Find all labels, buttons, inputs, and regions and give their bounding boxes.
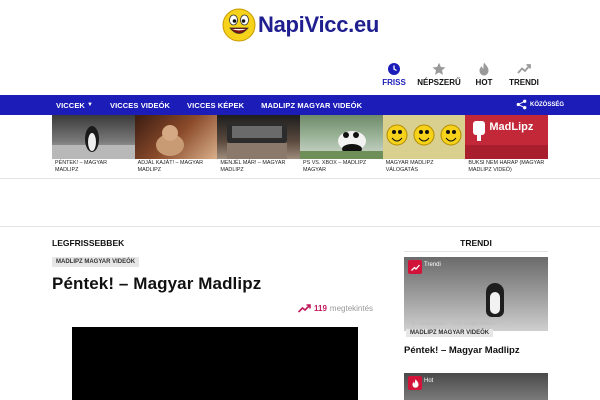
- panda-image: [300, 131, 383, 159]
- penguin-image: [52, 126, 135, 159]
- menu-item-vicces-videok-label: VICCES VIDEÓK: [109, 100, 171, 110]
- sidebar-article-title[interactable]: Péntek! – Magyar Madlipz: [404, 345, 520, 356]
- top-nav: FRISS NÉPSZERŰ HOT TRENDI: [374, 62, 544, 87]
- thumb-buksi[interactable]: MadLipz: [465, 115, 549, 159]
- view-count-number: 119: [314, 304, 327, 313]
- caption-adjal-kajat[interactable]: ADJÁL KAJÁT! – MAGYAR MADLIPZ: [135, 160, 218, 174]
- caption-pentek[interactable]: PÉNTEK! – MAGYAR MADLIPZ: [52, 160, 135, 174]
- caption-buksi[interactable]: BUKSI NEM HARAP (MAGYAR MADLIPZ VIDEÓ): [465, 160, 548, 174]
- featured-strip: MadLipz: [52, 115, 549, 159]
- hot-label: Hot: [424, 378, 434, 384]
- divider: [0, 226, 600, 227]
- sidebar-thumbnail-2[interactable]: Hot: [404, 373, 548, 400]
- thumb-valogatas[interactable]: [382, 115, 466, 159]
- madlipz-text: MadLipz: [489, 121, 534, 133]
- nav-trendi-label: TRENDI: [509, 78, 539, 87]
- caption-menjel-mar[interactable]: MENJÉL MÁR! – MAGYAR MADLIPZ: [217, 160, 300, 174]
- menu-item-madlipz-label: MADLIPZ MAGYAR VIDEÓK: [261, 100, 363, 110]
- star-icon: [432, 62, 446, 75]
- thumb-ps-xbox[interactable]: [300, 115, 383, 159]
- category-badge[interactable]: MADLIPZ MAGYAR VIDEÓK: [52, 257, 140, 267]
- section-title: LEGFRISSEBBEK: [52, 238, 125, 248]
- strip-captions: PÉNTEK! – MAGYAR MADLIPZ ADJÁL KAJÁT! – …: [52, 160, 548, 174]
- nav-hot-label: HOT: [475, 78, 493, 87]
- nav-nepszeru-label: NÉPSZERŰ: [417, 78, 461, 87]
- menu-item-vicces-kepek[interactable]: VICCES KÉPEK: [187, 101, 244, 110]
- logo-text: NapiVicc.eu: [258, 12, 380, 37]
- menu-item-madlipz[interactable]: MADLIPZ MAGYAR VIDEÓK: [261, 101, 362, 110]
- menu-item-viccek-label: VICCEK: [56, 100, 85, 110]
- menu-item-vicces-kepek-label: VICCES KÉPEK: [187, 100, 245, 110]
- flame-icon: [479, 62, 489, 76]
- thumb-pentek[interactable]: [52, 115, 135, 159]
- chevron-down-icon: ▼: [86, 102, 93, 108]
- clock-icon: [388, 63, 400, 75]
- flame-icon: [412, 378, 418, 388]
- share-count: 0 megosztás: [412, 321, 445, 327]
- video-player[interactable]: [72, 327, 358, 400]
- sidebar-category-badge[interactable]: MADLIPZ MAGYAR VIDEÓK: [406, 329, 494, 337]
- smiley-logo-icon: [222, 8, 256, 42]
- main-menu: VICCEK ▼ VICCES VIDEÓK VICCES KÉPEK MADL…: [56, 95, 362, 115]
- sidebar-divider: [404, 251, 548, 252]
- menu-item-viccek[interactable]: VICCEK ▼: [56, 101, 93, 110]
- thumb-adjal-kajat[interactable]: [134, 115, 218, 159]
- trending-badge: [408, 260, 422, 274]
- nav-friss-label: FRISS: [382, 78, 406, 87]
- trending-label: Trendi: [424, 262, 441, 268]
- nav-trendi[interactable]: TRENDI: [504, 62, 544, 87]
- share-icon: [516, 99, 527, 110]
- sidebar-thumbnail[interactable]: Trendi: [404, 257, 548, 331]
- thumb-menjel-mar[interactable]: [217, 115, 301, 159]
- car-image: [227, 123, 288, 159]
- sidebar-title: TRENDI: [460, 238, 492, 248]
- cat-image: [155, 125, 184, 156]
- smileys-image: [386, 124, 462, 146]
- penguin-image: [486, 283, 504, 317]
- main-menu-bar: VICCEK ▼ VICCES VIDEÓK VICCES KÉPEK MADL…: [0, 95, 600, 115]
- trend-up-icon: [410, 264, 420, 271]
- share-label: KÖZÖSSÉG: [530, 101, 565, 108]
- nav-friss[interactable]: FRISS: [374, 62, 414, 87]
- view-count: 119 megtekintés: [298, 304, 373, 313]
- site-logo[interactable]: NapiVicc.eu: [222, 6, 382, 44]
- trend-up-icon: [517, 64, 531, 74]
- trend-up-icon: [298, 304, 311, 313]
- sidebar-stats: 0 megosztás 119 megtekintés: [412, 321, 495, 327]
- sidebar-view-count: 119 megtekintés: [452, 321, 495, 327]
- caption-valogatas[interactable]: MAGYAR MADLIPZ VÁLOGATÁS: [383, 160, 466, 174]
- view-count-label: megtekintés: [329, 304, 374, 313]
- article-title[interactable]: Péntek! – Magyar Madlipz: [52, 274, 261, 294]
- caption-ps-xbox[interactable]: PS VS. XBOX – MADLIPZ MAGYAR: [300, 160, 383, 174]
- hot-badge: [408, 376, 422, 390]
- share-button[interactable]: KÖZÖSSÉG: [516, 99, 564, 110]
- divider: [0, 178, 600, 179]
- nav-nepszeru[interactable]: NÉPSZERŰ: [414, 62, 464, 87]
- menu-item-vicces-videok[interactable]: VICCES VIDEÓK: [110, 101, 170, 110]
- nav-hot[interactable]: HOT: [464, 62, 504, 87]
